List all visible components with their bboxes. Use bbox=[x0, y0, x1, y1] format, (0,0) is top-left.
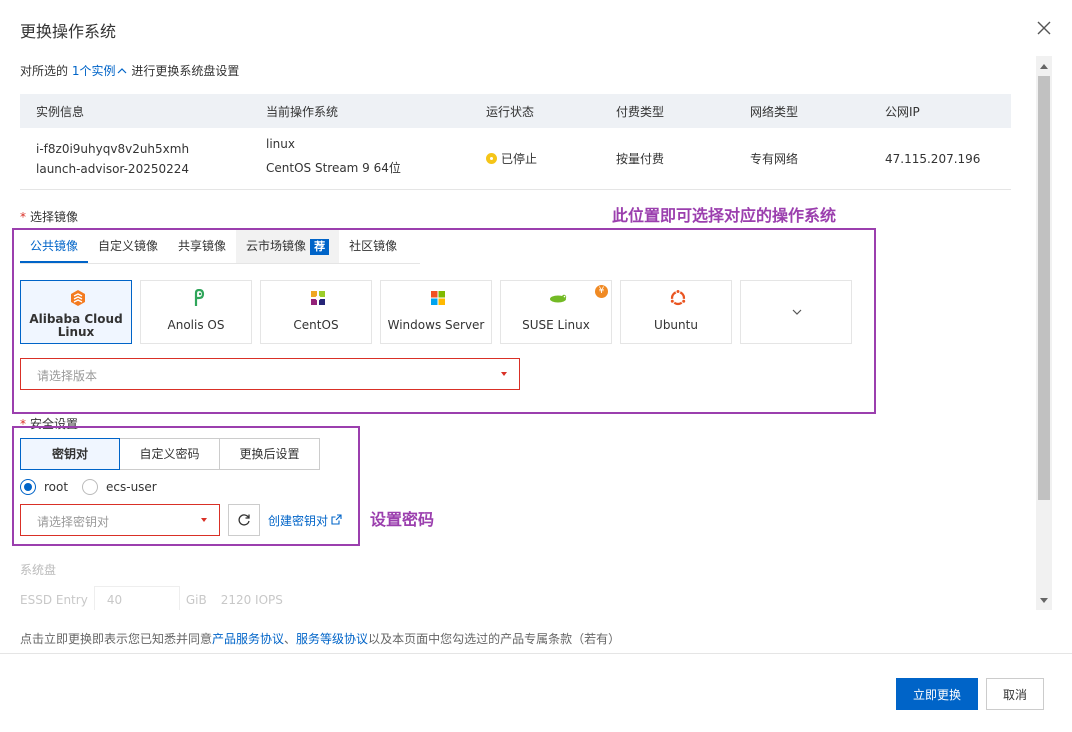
current-os-cell: linux CentOS Stream 9 64位 bbox=[250, 137, 470, 178]
stopped-status-icon bbox=[486, 153, 497, 164]
instance-table: 实例信息 当前操作系统 运行状态 付费类型 网络类型 公网IP i-f8z0i9… bbox=[20, 94, 1011, 190]
col-status: 运行状态 bbox=[486, 104, 535, 119]
col-instance-info: 实例信息 bbox=[36, 104, 85, 119]
instance-name: launch-advisor-20250224 bbox=[36, 161, 190, 176]
scroll-thumb[interactable] bbox=[1038, 76, 1050, 500]
image-label: 选择镜像 bbox=[30, 210, 79, 224]
dialog-title: 更换操作系统 bbox=[20, 22, 117, 41]
image-annotation: 此位置即可选择对应的操作系统 bbox=[612, 206, 837, 225]
col-network: 网络类型 bbox=[750, 104, 799, 119]
os-family: linux bbox=[266, 136, 295, 151]
close-icon bbox=[1037, 21, 1051, 35]
col-public-ip: 公网IP bbox=[885, 104, 920, 119]
instance-info-cell: i-f8z0i9uhyqv8v2uh5xmh launch-advisor-20… bbox=[20, 139, 250, 179]
scroll-down-arrow-icon[interactable] bbox=[1040, 598, 1048, 603]
security-annotation: 设置密码 bbox=[370, 510, 435, 529]
selected-instances-link[interactable]: 1个实例 bbox=[72, 64, 128, 78]
status-cell: 已停止 bbox=[470, 150, 600, 167]
product-service-agreement-link[interactable]: 产品服务协议 bbox=[212, 632, 284, 646]
instance-id: i-f8z0i9uhyqv8v2uh5xmh bbox=[36, 141, 190, 156]
disk-size-input[interactable]: 40 bbox=[93, 586, 180, 610]
close-button[interactable] bbox=[1034, 18, 1054, 38]
table-header: 实例信息 当前操作系统 运行状态 付费类型 网络类型 公网IP bbox=[20, 94, 1011, 128]
os-version: CentOS Stream 9 64位 bbox=[266, 160, 401, 175]
billing-cell: 按量付费 bbox=[616, 152, 665, 166]
disk-unit: GiB bbox=[185, 593, 207, 607]
scroll-up-arrow-icon[interactable] bbox=[1040, 64, 1048, 69]
segment-keypair[interactable]: 密钥对 bbox=[20, 438, 120, 470]
agreement-prefix: 点击立即更换即表示您已知悉并同意 bbox=[20, 632, 213, 646]
chevron-up-icon bbox=[118, 68, 127, 74]
cancel-button[interactable]: 取消 bbox=[986, 678, 1044, 710]
network-cell: 专有网络 bbox=[750, 152, 799, 166]
agreement-suffix: 以及本页面中您勾选过的产品专属条款（若有） bbox=[368, 632, 621, 646]
table-row: i-f8z0i9uhyqv8v2uh5xmh launch-advisor-20… bbox=[20, 128, 1011, 190]
dialog-body: 对所选的 1个实例 进行更换系统盘设置 实例信息 当前操作系统 运行状态 付费类… bbox=[0, 56, 1036, 610]
selection-suffix: 进行更换系统盘设置 bbox=[131, 64, 240, 78]
image-field-label: * 选择镜像 bbox=[20, 208, 78, 225]
agreement-separator: 、 bbox=[284, 632, 297, 646]
system-disk-label: 系统盘 bbox=[20, 563, 57, 577]
footer-divider bbox=[0, 653, 1072, 654]
selection-prefix: 对所选的 bbox=[20, 64, 69, 78]
disk-type: ESSD Entry bbox=[20, 593, 88, 607]
selection-summary: 对所选的 1个实例 进行更换系统盘设置 bbox=[20, 62, 239, 79]
image-annotation-box bbox=[12, 228, 876, 414]
col-current-os: 当前操作系统 bbox=[266, 104, 339, 119]
confirm-replace-button[interactable]: 立即更换 bbox=[896, 678, 978, 710]
sla-agreement-link[interactable]: 服务等级协议 bbox=[296, 632, 368, 646]
agreement-text: 点击立即更换即表示您已知悉并同意产品服务协议、服务等级协议以及本页面中您勾选过的… bbox=[20, 630, 620, 647]
status-text: 已停止 bbox=[501, 152, 538, 166]
system-disk-row: ESSD Entry 40 GiB 2120 IOPS bbox=[20, 586, 283, 610]
public-ip-cell: 47.115.207.196 bbox=[885, 151, 981, 166]
disk-iops: 2120 IOPS bbox=[220, 593, 283, 607]
selected-instances-label: 1个实例 bbox=[71, 64, 116, 78]
required-mark: * bbox=[20, 210, 26, 224]
col-billing: 付费类型 bbox=[616, 104, 665, 119]
vertical-scrollbar[interactable] bbox=[1036, 56, 1052, 610]
